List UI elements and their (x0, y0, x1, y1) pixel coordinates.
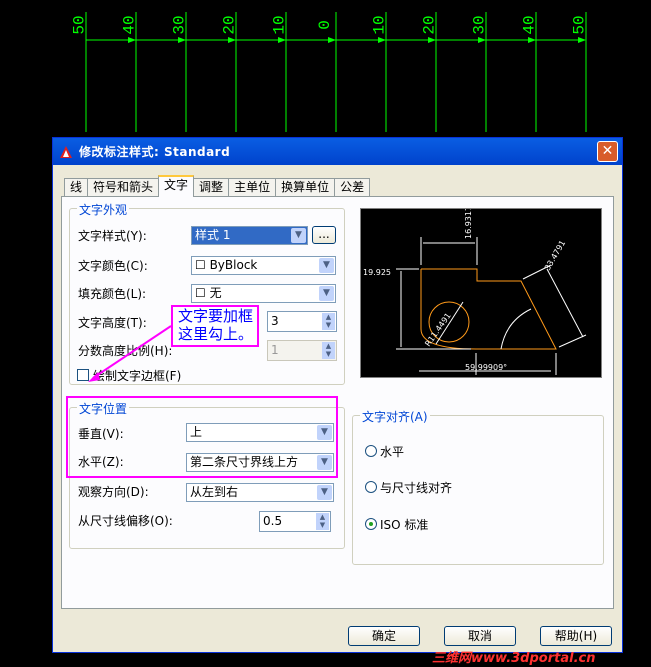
tab-text[interactable]: 文字 (158, 175, 195, 197)
site-watermark: 三维网www.3dportal.cn (432, 651, 596, 666)
callout-line-1: 文字要加框 (178, 307, 254, 325)
callout-arrow (88, 325, 172, 382)
callout-line-2: 这里勾上。 (178, 325, 254, 343)
callout-note: 文字要加框 这里勾上。 (171, 305, 259, 347)
